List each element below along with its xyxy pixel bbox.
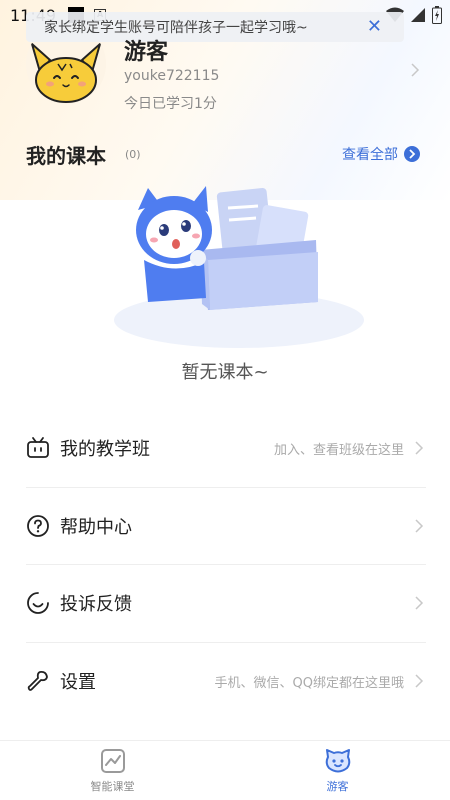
- settings-menu-list: 我的教学班 加入、查看班级在这里 帮助中心 投诉反馈 设置 手机、微信、QQ绑定…: [26, 410, 426, 720]
- chevron-right-icon: [415, 441, 424, 455]
- empty-box-mascot-illustration: [114, 186, 364, 348]
- battery-icon: [432, 6, 442, 24]
- signal-icon: [411, 8, 425, 22]
- help-icon: [26, 514, 50, 538]
- classroom-icon: [100, 749, 125, 773]
- chevron-right-icon: [415, 674, 424, 688]
- nav-label: 游客: [326, 780, 349, 793]
- nav-label: 智能课堂: [90, 780, 135, 793]
- profile-chevron-right-icon[interactable]: [410, 62, 420, 78]
- nav-item-guest[interactable]: 游客: [225, 741, 450, 800]
- mascot-icon: [325, 749, 350, 773]
- view-all-label: 查看全部: [342, 147, 398, 163]
- textbooks-count: (0): [125, 148, 141, 161]
- nav-item-smart-classroom[interactable]: 智能课堂: [0, 741, 225, 800]
- view-all-button[interactable]: 查看全部: [342, 144, 420, 164]
- menu-item-label: 设置: [60, 672, 96, 694]
- menu-item-label: 我的教学班: [60, 439, 150, 461]
- menu-item-label: 帮助中心: [60, 516, 132, 538]
- study-time-today: 今日已学习1分: [124, 96, 217, 112]
- menu-item-teaching-class[interactable]: 我的教学班 加入、查看班级在这里: [26, 410, 426, 488]
- settings-icon: [26, 669, 50, 693]
- menu-item-feedback[interactable]: 投诉反馈: [26, 565, 426, 643]
- arrow-right-circle-icon: [404, 146, 420, 162]
- menu-item-help-center[interactable]: 帮助中心: [26, 488, 426, 565]
- binding-notice-bar[interactable]: 家长绑定学生账号可陪伴孩子一起学习哦~ ✕: [26, 12, 404, 42]
- feedback-icon: [26, 591, 50, 615]
- my-textbooks-title: 我的课本: [26, 144, 106, 168]
- menu-item-hint: 手机、微信、QQ绑定都在这里哦: [214, 675, 404, 691]
- empty-textbooks-text: 暂无课本~: [181, 362, 269, 383]
- profile-user-id: youke722115: [124, 68, 220, 84]
- bottom-navigation: 智能课堂 游客: [0, 740, 450, 800]
- notice-text: 家长绑定学生账号可陪伴孩子一起学习哦~: [44, 20, 308, 36]
- class-icon: [26, 436, 50, 460]
- chevron-right-icon: [415, 519, 424, 533]
- chevron-right-icon: [415, 596, 424, 610]
- close-icon[interactable]: ✕: [367, 18, 382, 36]
- menu-item-hint: 加入、查看班级在这里: [273, 442, 404, 458]
- profile-name: 游客: [124, 40, 169, 65]
- menu-item-settings[interactable]: 设置 手机、微信、QQ绑定都在这里哦: [26, 643, 426, 721]
- menu-item-label: 投诉反馈: [60, 594, 132, 616]
